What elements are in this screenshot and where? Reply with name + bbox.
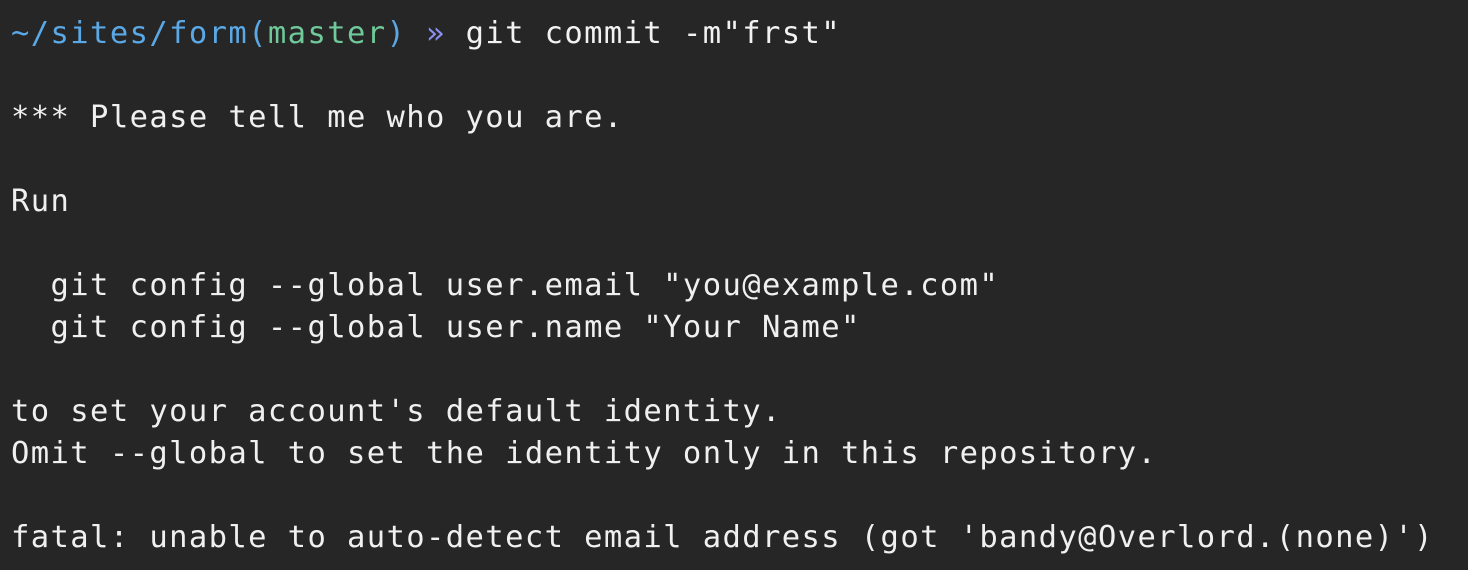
prompt-arrow-icon: » [426,16,446,51]
prompt-branch: master [267,16,387,51]
output-line: git config --global user.name "Your Name… [11,310,861,345]
output-line: Omit --global to set the identity only i… [11,436,1158,471]
prompt-line: ~/sites/form(master) » git commit -m"frs… [11,13,1468,55]
prompt-paren-close: ) [386,16,407,51]
output-line: *** Please tell me who you are. [11,100,624,135]
prompt-paren-open: ( [248,16,268,51]
terminal-window[interactable]: ~/sites/form(master) » git commit -m"frs… [0,0,1468,570]
output-line: fatal: unable to auto-detect email addre… [11,520,1434,555]
output-line: git config --global user.email "you@exam… [11,268,1000,303]
prompt-command: git commit -m"frst" [465,16,842,51]
output-line: Run [11,184,71,219]
output-line: to set your account's default identity. [11,394,782,429]
prompt-path: ~/sites/form [11,16,249,51]
